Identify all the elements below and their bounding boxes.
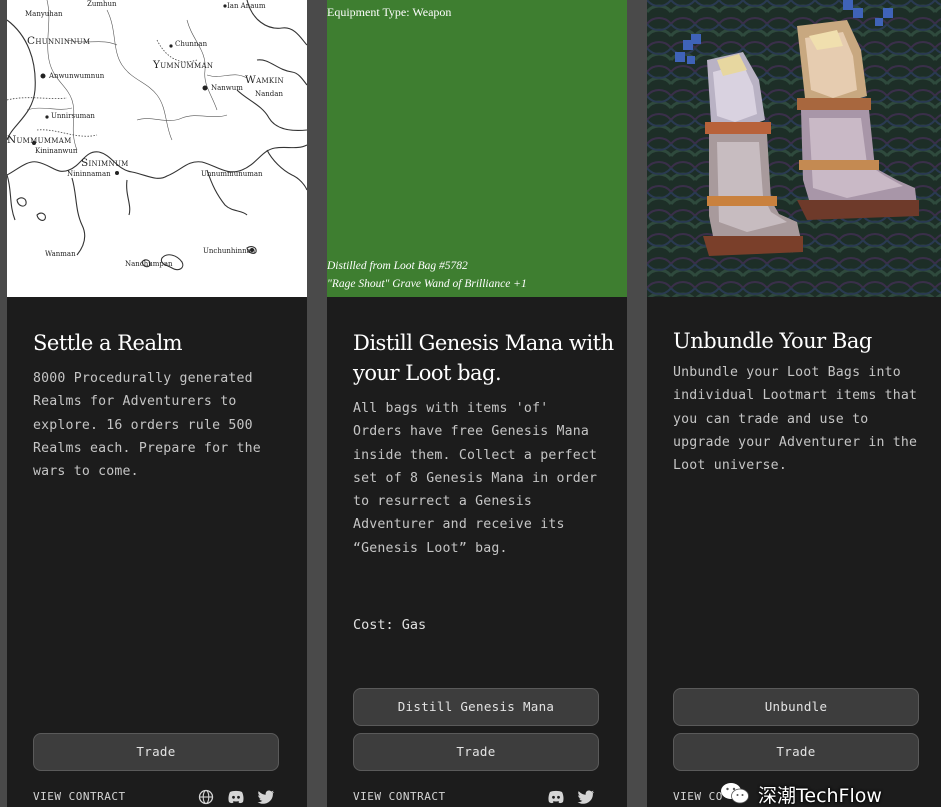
map-label-anwunwumnun: Anwunwumnun: [49, 72, 105, 80]
map-label-nininnaman: Nininnaman: [67, 170, 111, 178]
map-label-yumnumman: Yumnumman: [153, 59, 214, 71]
card-description: 8000 Procedurally generated Realms for A…: [33, 371, 261, 480]
map-label-ian-anaum: Ian Anaum: [227, 2, 266, 10]
discord-icon[interactable]: [547, 789, 565, 805]
pixel-boots-image: [647, 0, 941, 297]
trade-button[interactable]: Trade: [33, 733, 279, 771]
card-title: Unbundle Your Bag: [673, 329, 872, 353]
cost-text: Cost: Gas: [353, 617, 427, 633]
view-contract-link[interactable]: VIEW CONTRACT: [353, 790, 446, 803]
card-title: Settle a Realm: [33, 331, 183, 355]
trade-button[interactable]: Trade: [673, 733, 919, 771]
card-title: Distill Genesis Mana with your Loot bag.: [353, 331, 614, 385]
distilled-from-text: Distilled from Loot Bag #5782: [327, 260, 468, 272]
map-label-nanwum: Nanwum: [211, 84, 243, 92]
map-label-wanman: Wanman: [45, 250, 76, 258]
map-label-chunnan: Chunnan: [175, 40, 208, 48]
map-label-unnirsuman: Unnirsuman: [51, 112, 95, 120]
map-label-nandan: Nandan: [255, 90, 283, 98]
item-name-text: "Rage Shout" Grave Wand of Brilliance +1: [327, 278, 527, 290]
map-label-nanchumpan: Nanchumpan: [125, 260, 173, 268]
distill-genesis-mana-button[interactable]: Distill Genesis Mana: [353, 688, 599, 726]
card-unbundle-bag: Unbundle Your Bag Unbundle your Loot Bag…: [647, 0, 941, 807]
twitter-icon[interactable]: [577, 789, 595, 805]
map-label-wamkin: Wamkin: [245, 74, 284, 86]
twitter-icon[interactable]: [257, 789, 275, 805]
unbundle-button[interactable]: Unbundle: [673, 688, 919, 726]
card-description: All bags with items 'of' Orders have fre…: [353, 401, 598, 556]
map-label-nummummam: Nummummam: [7, 134, 72, 146]
card-distill-mana: Equipment Type: Weapon Distilled from Lo…: [327, 0, 627, 807]
view-contract-link[interactable]: VIEW CONTRACT: [33, 790, 126, 803]
weapon-nft-image: Equipment Type: Weapon Distilled from Lo…: [327, 0, 627, 297]
card-description: Unbundle your Loot Bags into individual …: [673, 365, 918, 474]
map-label-kininanwun: Kininanwun: [35, 147, 78, 155]
map-label-manyuhan: Manyuhan: [25, 10, 63, 18]
map-label-unchunhinnan: Unchunhinnan: [203, 247, 256, 255]
discord-icon[interactable]: [227, 789, 245, 805]
view-contract-link[interactable]: VIEW CO: [673, 790, 723, 803]
realm-map-image: Chunninnum Yumnumman Wamkin Nummummam Si…: [7, 0, 307, 297]
map-label-unnummunuman: Unnummunuman: [201, 170, 263, 178]
globe-icon[interactable]: [197, 789, 215, 805]
trade-button[interactable]: Trade: [353, 733, 599, 771]
boots-drawing: [647, 0, 941, 297]
wechat-icon: [721, 783, 749, 804]
map-label-chunninnum: Chunninnum: [27, 35, 91, 47]
watermark-text: 深潮TechFlow: [758, 785, 882, 807]
card-settle-realm: Chunninnum Yumnumman Wamkin Nummummam Si…: [7, 0, 307, 807]
map-label-zumhun: Zumhun: [87, 0, 117, 8]
watermark: 深潮TechFlow: [720, 779, 941, 807]
equipment-type-text: Equipment Type: Weapon: [327, 5, 452, 19]
map-label-sinimnum: Sinimnum: [81, 157, 129, 169]
